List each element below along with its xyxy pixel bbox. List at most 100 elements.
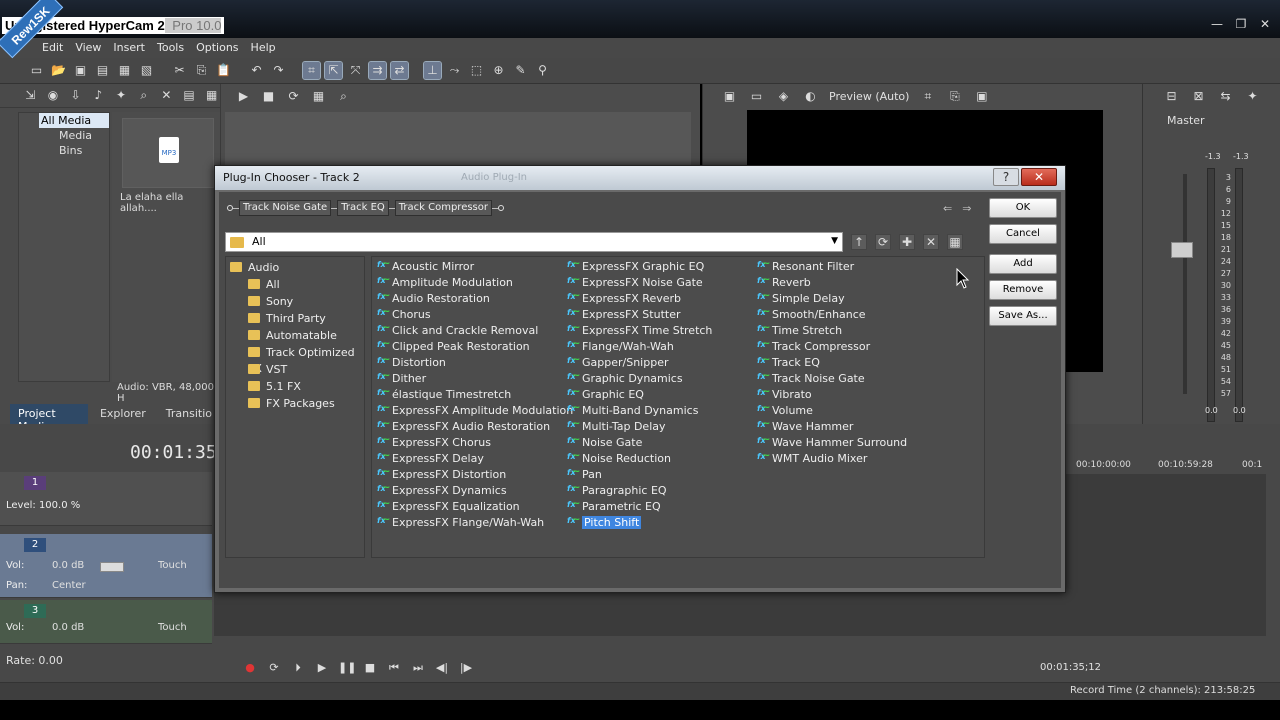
plugin-item[interactable]: Noise Reduction bbox=[566, 448, 712, 467]
menu-help[interactable]: Help bbox=[245, 38, 282, 58]
folder-item[interactable]: Sony bbox=[248, 294, 293, 310]
minimize-button[interactable]: — bbox=[1210, 17, 1224, 31]
normal-edit-tool-icon[interactable]: ⇱ bbox=[324, 61, 343, 80]
plugin-item[interactable]: Simple Delay bbox=[756, 288, 907, 307]
plugin-item[interactable]: Distortion bbox=[376, 352, 573, 371]
plugin-item[interactable]: WMT Audio Mixer bbox=[756, 448, 907, 467]
play-from-start-icon[interactable]: ⏵ bbox=[290, 660, 306, 676]
downmix-icon[interactable]: ⊠ bbox=[1190, 88, 1207, 105]
folder-item[interactable]: Audio bbox=[230, 260, 279, 276]
plugin-item[interactable]: Dither bbox=[376, 368, 573, 387]
selection-tool-icon[interactable]: ⬚ bbox=[468, 62, 485, 79]
move-left-icon[interactable]: ⇐ bbox=[943, 202, 952, 215]
folder-item[interactable]: Third Party bbox=[248, 311, 326, 327]
open-folder-icon[interactable]: 📂 bbox=[50, 62, 67, 79]
media-fx-icon[interactable]: ✦ bbox=[113, 87, 130, 104]
extract-audio-icon[interactable]: ♪ bbox=[90, 87, 107, 104]
save-icon[interactable]: ▣ bbox=[72, 62, 89, 79]
views-icon[interactable]: ▦ bbox=[203, 87, 220, 104]
folder-item[interactable]: VST bbox=[248, 362, 287, 378]
plugin-item[interactable]: ExpressFX Amplitude Modulation bbox=[376, 400, 573, 419]
new-folder-icon[interactable]: ✚ bbox=[899, 234, 915, 250]
copy-icon[interactable]: ⎘ bbox=[193, 62, 210, 79]
master-fader[interactable] bbox=[1171, 242, 1193, 258]
loop-icon[interactable]: ⟳ bbox=[285, 88, 302, 105]
view-icon[interactable]: ▦ bbox=[310, 88, 327, 105]
add-button[interactable]: Add bbox=[989, 254, 1057, 274]
ok-button[interactable]: OK bbox=[989, 198, 1057, 218]
get-media-icon[interactable]: ⇩ bbox=[67, 87, 84, 104]
track-header-1[interactable]: 1 Level: 100.0 % bbox=[0, 472, 212, 526]
auto-crossfade-icon[interactable]: ⤧ bbox=[347, 62, 364, 79]
dim-output-icon[interactable]: ⇆ bbox=[1217, 88, 1234, 105]
remove-media-icon[interactable]: ✕ bbox=[158, 87, 175, 104]
save-as-button[interactable]: Save As... bbox=[989, 306, 1057, 326]
plugin-item[interactable]: ExpressFX Audio Restoration bbox=[376, 416, 573, 435]
plugin-item[interactable]: Flange/Wah-Wah bbox=[566, 336, 712, 355]
search-media-icon[interactable]: ⌕ bbox=[135, 87, 152, 104]
plugin-item[interactable]: Track Noise Gate bbox=[756, 368, 907, 387]
envelope-tool-icon[interactable]: ⤳ bbox=[446, 62, 463, 79]
plugin-item[interactable]: ExpressFX Distortion bbox=[376, 464, 573, 483]
folder-item[interactable]: Track Optimized FX bbox=[248, 345, 364, 375]
master-fx-icon[interactable]: ✦ bbox=[1244, 88, 1261, 105]
tree-item-all-media[interactable]: All Media bbox=[39, 113, 109, 128]
delete-icon[interactable]: ✕ bbox=[923, 234, 939, 250]
plugin-item[interactable]: ExpressFX Stutter bbox=[566, 304, 712, 323]
plugin-item[interactable]: Audio Restoration bbox=[376, 288, 573, 307]
menu-edit[interactable]: Edit bbox=[36, 38, 69, 58]
plugin-item[interactable]: Multi-Band Dynamics bbox=[566, 400, 712, 419]
plugin-item[interactable]: ExpressFX Delay bbox=[376, 448, 573, 467]
folder-item[interactable]: FX Packages bbox=[248, 396, 335, 412]
plugin-item[interactable]: Parametric EQ bbox=[566, 496, 712, 515]
folder-item[interactable]: All bbox=[248, 277, 280, 293]
automation-mode[interactable]: Touch bbox=[158, 560, 187, 571]
whats-this-help-icon[interactable]: ⚲ bbox=[534, 62, 551, 79]
plugin-item[interactable]: ExpressFX Time Stretch bbox=[566, 320, 712, 339]
help-button[interactable]: ? bbox=[993, 168, 1019, 186]
plugin-item[interactable]: ExpressFX Noise Gate bbox=[566, 272, 712, 291]
zoom-tool-icon[interactable]: ⊕ bbox=[490, 62, 507, 79]
save-as-icon[interactable]: ▤ bbox=[94, 62, 111, 79]
menu-view[interactable]: View bbox=[69, 38, 107, 58]
plugin-item[interactable]: ExpressFX Equalization bbox=[376, 496, 573, 515]
overlays-icon[interactable]: ⌗ bbox=[919, 88, 936, 105]
plugin-item[interactable]: Amplitude Modulation bbox=[376, 272, 573, 291]
plugin-item[interactable]: Graphic Dynamics bbox=[566, 368, 712, 387]
go-to-end-icon[interactable]: ⏭ bbox=[410, 660, 426, 676]
menu-insert[interactable]: Insert bbox=[107, 38, 151, 58]
plugin-item[interactable]: ExpressFX Flange/Wah-Wah bbox=[376, 512, 573, 531]
plugin-item[interactable]: Clipped Peak Restoration bbox=[376, 336, 573, 355]
brush-icon[interactable]: ✎ bbox=[512, 62, 529, 79]
track-volume-slider[interactable] bbox=[100, 562, 124, 572]
properties-media-icon[interactable]: ▤ bbox=[181, 87, 198, 104]
pause-icon[interactable]: ❚❚ bbox=[338, 660, 356, 676]
play-icon[interactable]: ▶ bbox=[235, 88, 252, 105]
previous-frame-icon[interactable]: ◀| bbox=[434, 660, 450, 676]
ignore-grouping-icon[interactable]: ⊥ bbox=[423, 61, 442, 80]
close-button[interactable]: ✕ bbox=[1258, 17, 1272, 31]
plugin-item[interactable]: ExpressFX Chorus bbox=[376, 432, 573, 451]
next-frame-icon[interactable]: |▶ bbox=[458, 660, 474, 676]
dialog-close-button[interactable]: ✕ bbox=[1021, 168, 1057, 186]
plugin-item[interactable]: Track Compressor bbox=[756, 336, 907, 355]
search-icon[interactable]: ⌕ bbox=[335, 88, 352, 105]
plugin-item[interactable]: ExpressFX Reverb bbox=[566, 288, 712, 307]
stop-icon[interactable]: ■ bbox=[260, 88, 277, 105]
stop-icon[interactable]: ■ bbox=[362, 660, 378, 676]
new-project-icon[interactable]: ▭ bbox=[28, 62, 45, 79]
plugin-item[interactable]: Vibrato bbox=[756, 384, 907, 403]
plugin-item[interactable]: Time Stretch bbox=[756, 320, 907, 339]
remove-button[interactable]: Remove bbox=[989, 280, 1057, 300]
cancel-button[interactable]: Cancel bbox=[989, 224, 1057, 244]
track-header-3[interactable]: 3 Vol: 0.0 dB Touch bbox=[0, 600, 212, 644]
project-properties-icon[interactable]: ▣ bbox=[721, 88, 738, 105]
import-media-icon[interactable]: ⇲ bbox=[22, 87, 39, 104]
plugin-item[interactable]: Track EQ bbox=[756, 352, 907, 371]
auto-ripple-icon[interactable]: ⇉ bbox=[368, 61, 387, 80]
tab-project-media[interactable]: Project Media bbox=[10, 404, 88, 433]
maximize-button[interactable]: ❐ bbox=[1234, 17, 1248, 31]
plugin-item[interactable]: Graphic EQ bbox=[566, 384, 712, 403]
menu-tools[interactable]: Tools bbox=[151, 38, 190, 58]
snap-icon[interactable]: ⌗ bbox=[302, 61, 321, 80]
